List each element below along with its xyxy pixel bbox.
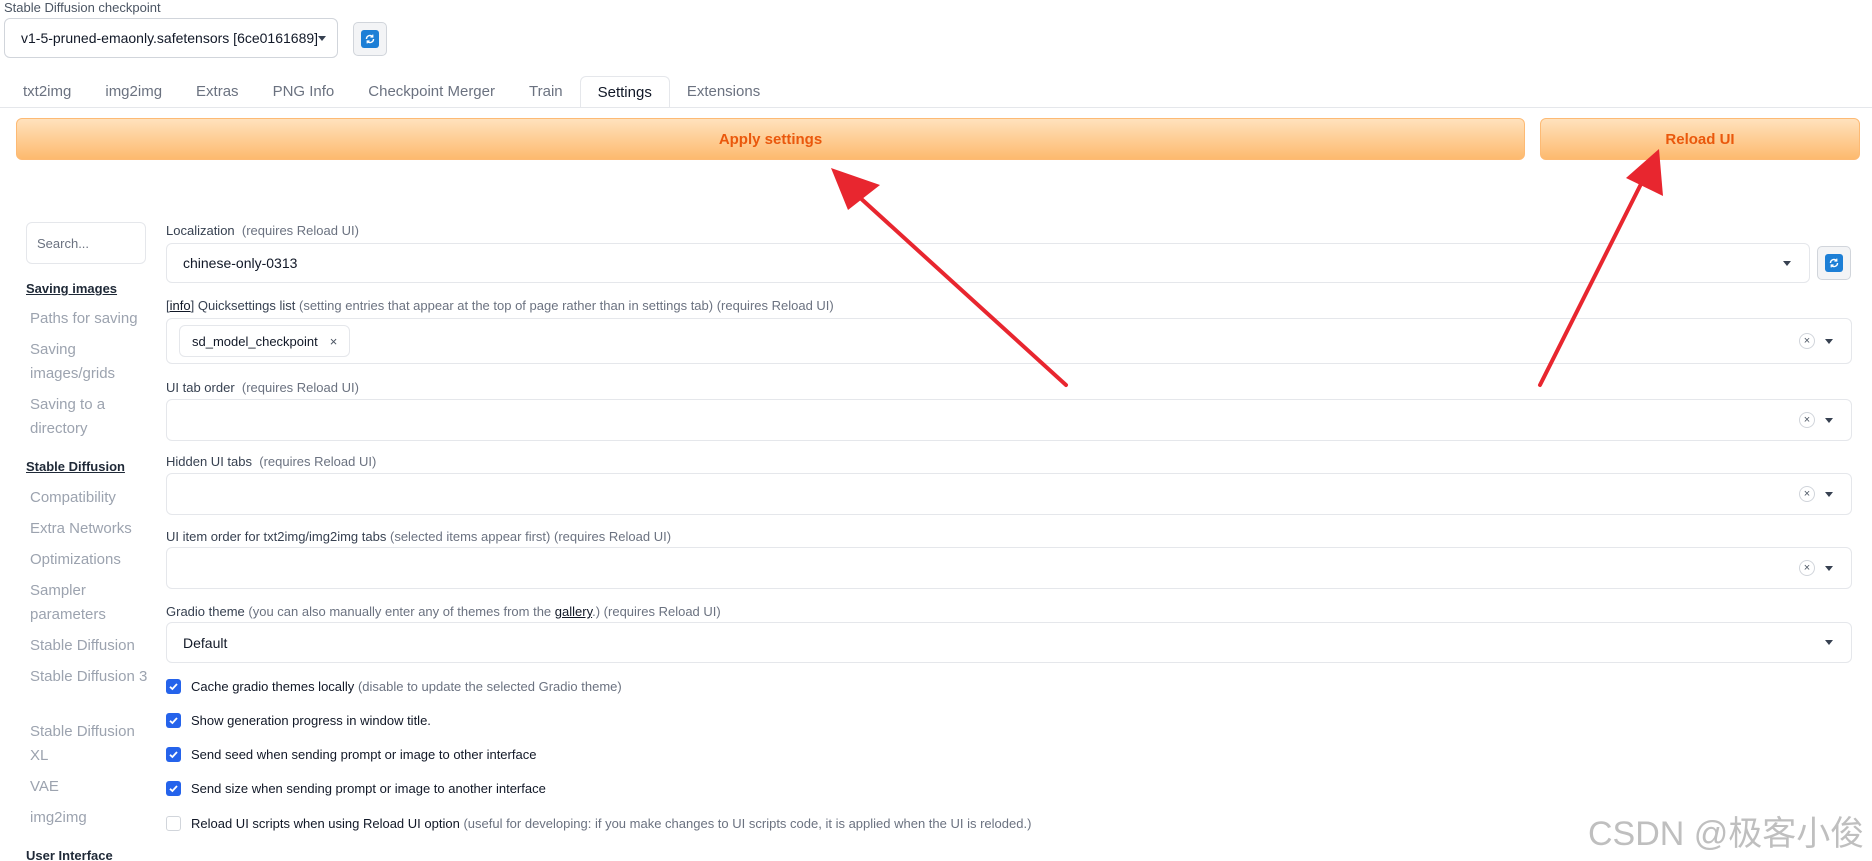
sidebar-item-stable-diffusion-xl[interactable]: Stable Diffusion XL [30, 720, 150, 768]
sidebar-item-compatibility[interactable]: Compatibility [30, 486, 116, 510]
reload-ui-scripts-checkbox[interactable] [166, 816, 181, 831]
sidebar-heading-stable-diffusion[interactable]: Stable Diffusion [26, 459, 125, 474]
quicksettings-label: [info] Quicksettings list (setting entri… [166, 298, 834, 313]
info-link[interactable]: info [170, 298, 191, 313]
clear-icon[interactable]: × [1799, 486, 1815, 502]
localization-refresh-button[interactable] [1817, 246, 1851, 280]
tab-extensions[interactable]: Extensions [670, 76, 777, 108]
quicksettings-multiselect[interactable]: sd_model_checkpoint × × [166, 318, 1852, 364]
ui-tab-order-multiselect[interactable]: × [166, 399, 1852, 441]
ui-item-order-label: UI item order for txt2img/img2img tabs (… [166, 529, 672, 544]
sidebar-item-extra-networks[interactable]: Extra Networks [30, 517, 132, 541]
checkbox-row: Cache gradio themes locally (disable to … [166, 679, 622, 694]
quicksettings-chip[interactable]: sd_model_checkpoint × [179, 325, 351, 357]
tab-png-info[interactable]: PNG Info [256, 76, 352, 108]
tab-extras[interactable]: Extras [179, 76, 256, 108]
sidebar-item-saving-to-directory[interactable]: Saving to a directory [30, 393, 130, 441]
clear-icon[interactable]: × [1799, 560, 1815, 576]
checkbox-row: Show generation progress in window title… [166, 713, 431, 728]
gradio-theme-label: Gradio theme (you can also manually ente… [166, 604, 721, 619]
checkpoint-dropdown[interactable]: v1-5-pruned-emaonly.safetensors [6ce0161… [4, 18, 338, 58]
checkbox-row: Send seed when sending prompt or image t… [166, 747, 536, 762]
ui-tab-order-label: UI tab order (requires Reload UI) [166, 380, 359, 395]
hidden-ui-tabs-multiselect[interactable]: × [166, 473, 1852, 515]
sidebar-item-saving-images-grids[interactable]: Saving images/grids [30, 338, 150, 386]
sidebar-item-paths-for-saving[interactable]: Paths for saving [30, 307, 138, 331]
checkpoint-label: Stable Diffusion checkpoint [4, 0, 161, 15]
clear-icon[interactable]: × [1799, 333, 1815, 349]
tab-checkpoint-merger[interactable]: Checkpoint Merger [351, 76, 512, 108]
checkbox-row: Reload UI scripts when using Reload UI o… [166, 816, 1031, 831]
send-seed-checkbox[interactable] [166, 747, 181, 762]
ui-item-order-multiselect[interactable]: × [166, 547, 1852, 589]
localization-dropdown[interactable]: chinese-only-0313 [166, 243, 1810, 283]
checkbox-row: Send size when sending prompt or image t… [166, 781, 546, 796]
clear-icon[interactable]: × [1799, 412, 1815, 428]
tab-train[interactable]: Train [512, 76, 580, 108]
refresh-icon [361, 30, 379, 48]
reload-ui-button[interactable]: Reload UI [1540, 118, 1860, 160]
send-size-checkbox[interactable] [166, 781, 181, 796]
checkpoint-refresh-button[interactable] [353, 22, 387, 56]
tab-divider [0, 107, 1872, 108]
hidden-ui-tabs-label: Hidden UI tabs (requires Reload UI) [166, 454, 377, 469]
sidebar-heading-user-interface[interactable]: User Interface [26, 848, 113, 861]
apply-settings-button[interactable]: Apply settings [16, 118, 1525, 160]
sidebar-item-optimizations[interactable]: Optimizations [30, 548, 121, 572]
sidebar-item-vae[interactable]: VAE [30, 775, 59, 799]
cache-themes-checkbox[interactable] [166, 679, 181, 694]
chevron-down-icon [318, 35, 327, 41]
main-tabs: txt2img img2img Extras PNG Info Checkpoi… [6, 76, 777, 108]
gradio-theme-value: Default [183, 634, 228, 651]
sidebar-item-stable-diffusion[interactable]: Stable Diffusion [30, 634, 135, 658]
gallery-link[interactable]: gallery [555, 604, 592, 619]
tab-img2img[interactable]: img2img [88, 76, 179, 108]
settings-search-input[interactable]: Search... [26, 222, 146, 264]
tab-settings[interactable]: Settings [579, 76, 670, 108]
chevron-down-icon [1825, 338, 1833, 344]
localization-value: chinese-only-0313 [183, 255, 298, 271]
sidebar-item-img2img[interactable]: img2img [30, 806, 87, 830]
localization-label: Localization (requires Reload UI) [166, 223, 359, 238]
chevron-down-icon [1783, 260, 1791, 266]
chevron-down-icon [1825, 491, 1833, 497]
sidebar-heading-saving-images[interactable]: Saving images [26, 281, 117, 296]
gradio-theme-dropdown[interactable]: Default [166, 622, 1852, 663]
chevron-down-icon [1825, 640, 1833, 645]
show-progress-checkbox[interactable] [166, 713, 181, 728]
chip-remove-icon[interactable]: × [330, 334, 338, 349]
watermark: CSDN @极客小俊 [1588, 815, 1865, 853]
chevron-down-icon [1825, 565, 1833, 571]
chevron-down-icon [1825, 417, 1833, 423]
sidebar-item-sampler-parameters[interactable]: Sampler parameters [30, 579, 125, 627]
tab-txt2img[interactable]: txt2img [6, 76, 88, 108]
refresh-icon [1825, 254, 1843, 272]
sidebar-item-stable-diffusion-3[interactable]: Stable Diffusion 3 [30, 665, 150, 689]
checkpoint-value: v1-5-pruned-emaonly.safetensors [6ce0161… [21, 30, 319, 46]
